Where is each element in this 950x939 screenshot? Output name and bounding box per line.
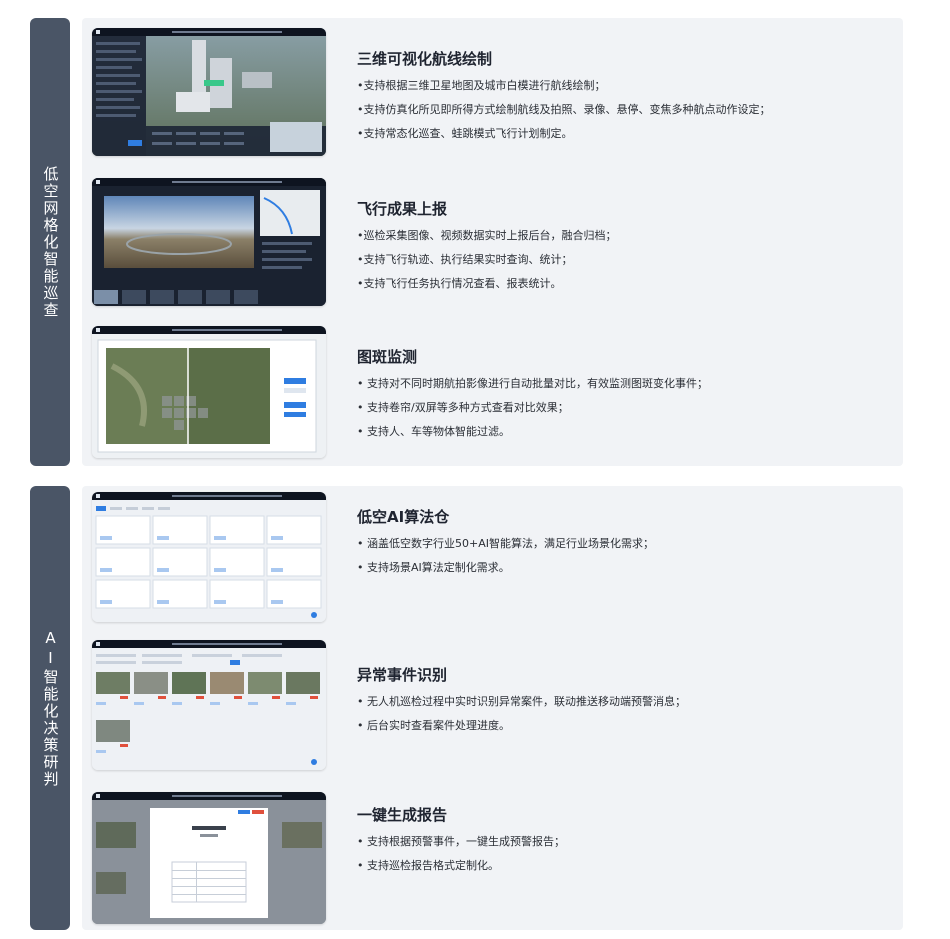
anomaly-detection-screenshot xyxy=(92,640,326,770)
patch-monitoring-screenshot xyxy=(92,326,326,458)
section-ai-decision: AI智能化决策研判 低空AI算法仓 • 涵盖低空数字行业50+AI智能算法，满足… xyxy=(30,486,903,930)
section-low-altitude-inspection: 低空网格化智能巡查 三维可视化航线绘制 •支持根据三维卫星地图及城市白模进行航线… xyxy=(30,18,903,466)
feature-item: • 无人机巡检过程中实时识别异常案件，联动推送移动端预警消息； xyxy=(357,695,686,708)
feature-ai-algorithm-store: 低空AI算法仓 • 涵盖低空数字行业50+AI智能算法，满足行业场景化需求； •… xyxy=(357,506,893,584)
feature-patch-monitoring: 图斑监测 • 支持对不同时期航拍影像进行自动批量对比，有效监测图斑变化事件； •… xyxy=(357,346,893,448)
feature-report-generation: 一键生成报告 • 支持根据预警事件，一键生成预警报告； • 支持巡检报告格式定制… xyxy=(357,804,893,882)
feature-item: • 支持人、车等物体智能过滤。 xyxy=(357,425,510,438)
feature-item: • 后台实时查看案件处理进度。 xyxy=(357,719,510,732)
feature-item: • 支持巡检报告格式定制化。 xyxy=(357,859,499,872)
feature-item: •支持飞行任务执行情况查看、报表统计。 xyxy=(357,277,562,290)
feature-item: •支持仿真化所见即所得方式绘制航线及拍照、录像、悬停、变焦多种航点动作设定； xyxy=(357,103,771,116)
section-panel: 三维可视化航线绘制 •支持根据三维卫星地图及城市白模进行航线绘制； •支持仿真化… xyxy=(82,18,903,466)
section-side-label: AI智能化决策研判 xyxy=(30,486,70,930)
feature-title: 三维可视化航线绘制 xyxy=(357,50,493,68)
feature-title: 飞行成果上报 xyxy=(357,200,448,218)
section-side-label: 低空网格化智能巡查 xyxy=(30,18,70,466)
feature-item: • 支持对不同时期航拍影像进行自动批量对比，有效监测图斑变化事件； xyxy=(357,377,708,390)
feature-title: 图斑监测 xyxy=(357,348,418,366)
feature-item: •支持飞行轨迹、执行结果实时查询、统计； xyxy=(357,253,573,266)
feature-title: 一键生成报告 xyxy=(357,806,448,824)
feature-item: • 支持卷帘/双屏等多种方式查看对比效果； xyxy=(357,401,569,414)
3d-route-screenshot xyxy=(92,28,326,156)
feature-item: • 支持场景AI算法定制化需求。 xyxy=(357,561,510,574)
feature-title: 异常事件识别 xyxy=(357,666,448,684)
feature-item: •支持根据三维卫星地图及城市白模进行航线绘制； xyxy=(357,79,606,92)
feature-3d-route: 三维可视化航线绘制 •支持根据三维卫星地图及城市白模进行航线绘制； •支持仿真化… xyxy=(357,48,893,150)
report-generation-screenshot xyxy=(92,792,326,924)
feature-item: •支持常态化巡查、蛙跳模式飞行计划制定。 xyxy=(357,127,573,140)
feature-item: • 支持根据预警事件，一键生成预警报告； xyxy=(357,835,565,848)
feature-flight-results: 飞行成果上报 •巡检采集图像、视频数据实时上报后台，融合归档； •支持飞行轨迹、… xyxy=(357,198,893,300)
ai-algorithm-store-screenshot xyxy=(92,492,326,622)
feature-item: • 涵盖低空数字行业50+AI智能算法，满足行业场景化需求； xyxy=(357,537,654,550)
feature-title: 低空AI算法仓 xyxy=(357,508,450,526)
section-panel: 低空AI算法仓 • 涵盖低空数字行业50+AI智能算法，满足行业场景化需求； •… xyxy=(82,486,903,930)
feature-anomaly-detection: 异常事件识别 • 无人机巡检过程中实时识别异常案件，联动推送移动端预警消息； •… xyxy=(357,664,893,742)
flight-results-screenshot xyxy=(92,178,326,306)
feature-item: •巡检采集图像、视频数据实时上报后台，融合归档； xyxy=(357,229,617,242)
